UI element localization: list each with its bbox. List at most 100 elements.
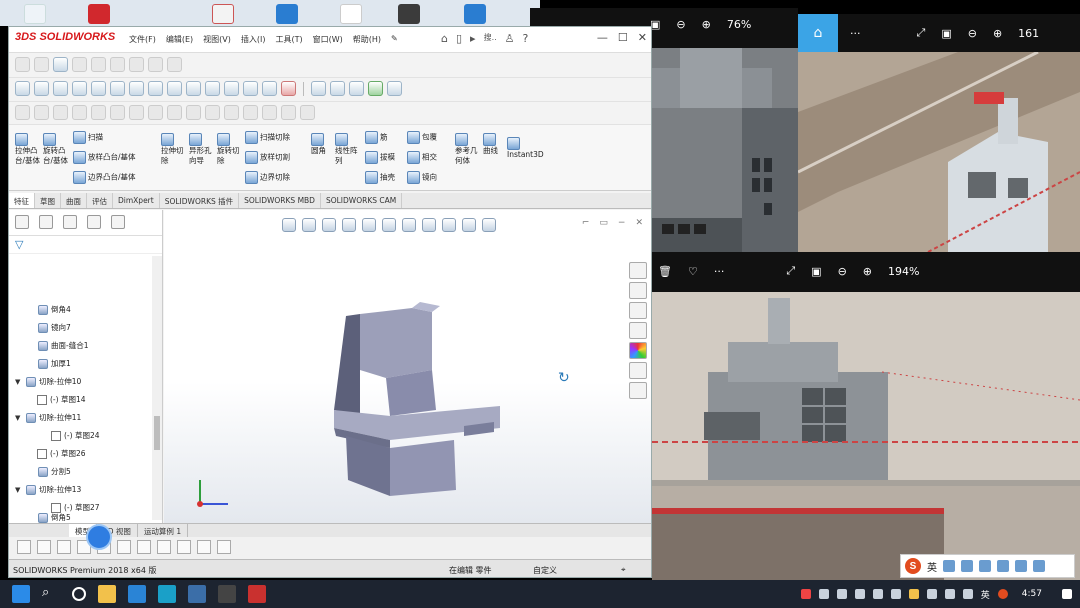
tab-features[interactable]: 特征 [9,193,35,208]
zoom-in-icon[interactable]: ⊕ [863,265,872,278]
toolbar-button[interactable] [387,81,402,96]
notifications-icon[interactable] [1062,589,1072,599]
toolbar-button[interactable] [262,105,277,120]
toolbar-button[interactable] [243,105,258,120]
toolbar-button[interactable] [110,105,125,120]
tray-app-icon[interactable] [800,589,811,599]
tab-addins[interactable]: SOLIDWORKS 插件 [160,193,240,208]
ime-emoji-icon[interactable] [961,560,973,572]
dimxpert-manager-icon[interactable] [87,215,101,229]
sogou-tray-icon[interactable] [997,589,1008,599]
toolbar-button[interactable] [349,81,364,96]
loft-boss-button[interactable]: 放样凸台/基体 [73,151,136,164]
custom-properties-icon[interactable] [629,362,647,379]
sogou-logo-icon[interactable]: S [905,558,921,574]
toolbar-button[interactable] [311,81,326,96]
help-button[interactable]: ? [523,32,529,45]
tree-item[interactable]: (-) 草图26 [37,448,86,459]
tray-app-icon[interactable] [872,589,883,599]
menu-tools[interactable]: 工具(T) [275,34,302,45]
toolbar-button[interactable] [53,57,68,72]
toolbar-button[interactable] [148,105,163,120]
desktop-icon[interactable] [464,4,486,24]
toolbar-button[interactable] [53,105,68,120]
loft-cut-button[interactable]: 放样切割 [245,151,290,164]
toolbar-button[interactable] [281,105,296,120]
toolbar-button[interactable] [217,540,231,554]
mirror-button[interactable]: 镜向 [407,171,437,184]
search-commands[interactable]: 搜.. [484,32,497,45]
tree-item[interactable]: ▼ 切除-拉伸10 [15,376,81,387]
more-icon[interactable]: ··· [850,27,861,40]
user-icon[interactable]: ♙ [505,32,515,45]
search-icon[interactable]: ⌕ [42,585,60,603]
toolbar-button[interactable] [129,57,144,72]
toolbar-button[interactable] [186,105,201,120]
extrude-cut-button[interactable]: 拉伸切除 [161,133,187,166]
toolbar-button[interactable] [281,81,296,96]
ime-language[interactable]: 英 [927,559,937,574]
tray-app-icon[interactable] [854,589,865,599]
toolbar-button[interactable] [148,57,163,72]
tray-app-icon[interactable] [908,589,919,599]
expand-icon[interactable]: ⤢ [917,26,926,40]
desktop-icon[interactable] [212,4,234,24]
toolbar-button[interactable] [57,540,71,554]
tab-dimxpert[interactable]: DimXpert [113,193,160,208]
tab-motion-study[interactable]: 运动算例 1 [138,524,189,537]
toolbar-button[interactable] [117,540,131,554]
toolbar-button[interactable] [148,81,163,96]
tree-item[interactable]: 镜向7 [27,322,71,333]
zoom-in-icon[interactable]: ⊕ [702,18,711,31]
home-button[interactable]: ⌂ [798,14,838,52]
new-document-icon[interactable]: ▯ [456,32,462,45]
toolbar-button[interactable] [262,81,277,96]
rib-button[interactable]: 筋 [365,131,388,144]
toolbar-button[interactable] [34,81,49,96]
toolbar-button[interactable] [224,105,239,120]
toolbar-button[interactable] [167,105,182,120]
curves-button[interactable]: 曲线 [483,133,505,156]
toolbar-button[interactable] [300,105,315,120]
revolve-boss-button[interactable]: 旋转凸台/基体 [43,133,69,166]
toolbar-button[interactable] [205,105,220,120]
volume-icon[interactable] [962,589,973,599]
toolbar-button[interactable] [330,81,345,96]
desktop-icon[interactable] [276,4,298,24]
tree-item[interactable]: ▼ 切除-拉伸13 [15,484,81,495]
toolbar-button[interactable] [34,57,49,72]
toolbar-button[interactable] [91,105,106,120]
more-icon[interactable]: ··· [714,265,725,278]
toolbar-button[interactable] [205,81,220,96]
zoom-in-icon[interactable]: ⊕ [993,27,1002,40]
design-library-icon[interactable] [629,282,647,299]
appearances-icon[interactable] [629,342,647,359]
photos-icon[interactable] [188,585,206,603]
home-icon[interactable]: ⌂ [441,32,448,45]
fillet-button[interactable]: 圆角 [311,133,333,156]
toolbar-button[interactable] [37,540,51,554]
menu-insert[interactable]: 插入(I) [241,34,266,45]
close-button[interactable]: ✕ [638,31,647,44]
tab-cam[interactable]: SOLIDWORKS CAM [321,193,403,208]
toolbar-button[interactable] [110,57,125,72]
ime-keyboard-icon[interactable] [997,560,1009,572]
toolbar-button[interactable] [157,540,171,554]
tab-evaluate[interactable]: 评估 [87,193,113,208]
ime-voice-icon[interactable] [979,560,991,572]
zoom-out-icon[interactable]: ⊖ [968,27,977,40]
desktop-icon[interactable] [398,4,420,24]
property-manager-icon[interactable] [39,215,53,229]
fit-icon[interactable]: ▣ [941,27,951,40]
revolve-cut-button[interactable]: 旋转切除 [217,133,243,166]
network-icon[interactable] [944,589,955,599]
toolbar-button[interactable] [137,540,151,554]
favorite-icon[interactable]: ♡ [688,265,698,278]
desktop-icon[interactable] [88,4,110,24]
menu-window[interactable]: 窗口(W) [313,34,343,45]
toolbar-button[interactable] [186,81,201,96]
view-palette-icon[interactable] [629,322,647,339]
tray-app-icon[interactable] [818,589,829,599]
minimize-button[interactable]: — [597,31,608,44]
toolbar-button[interactable] [34,105,49,120]
